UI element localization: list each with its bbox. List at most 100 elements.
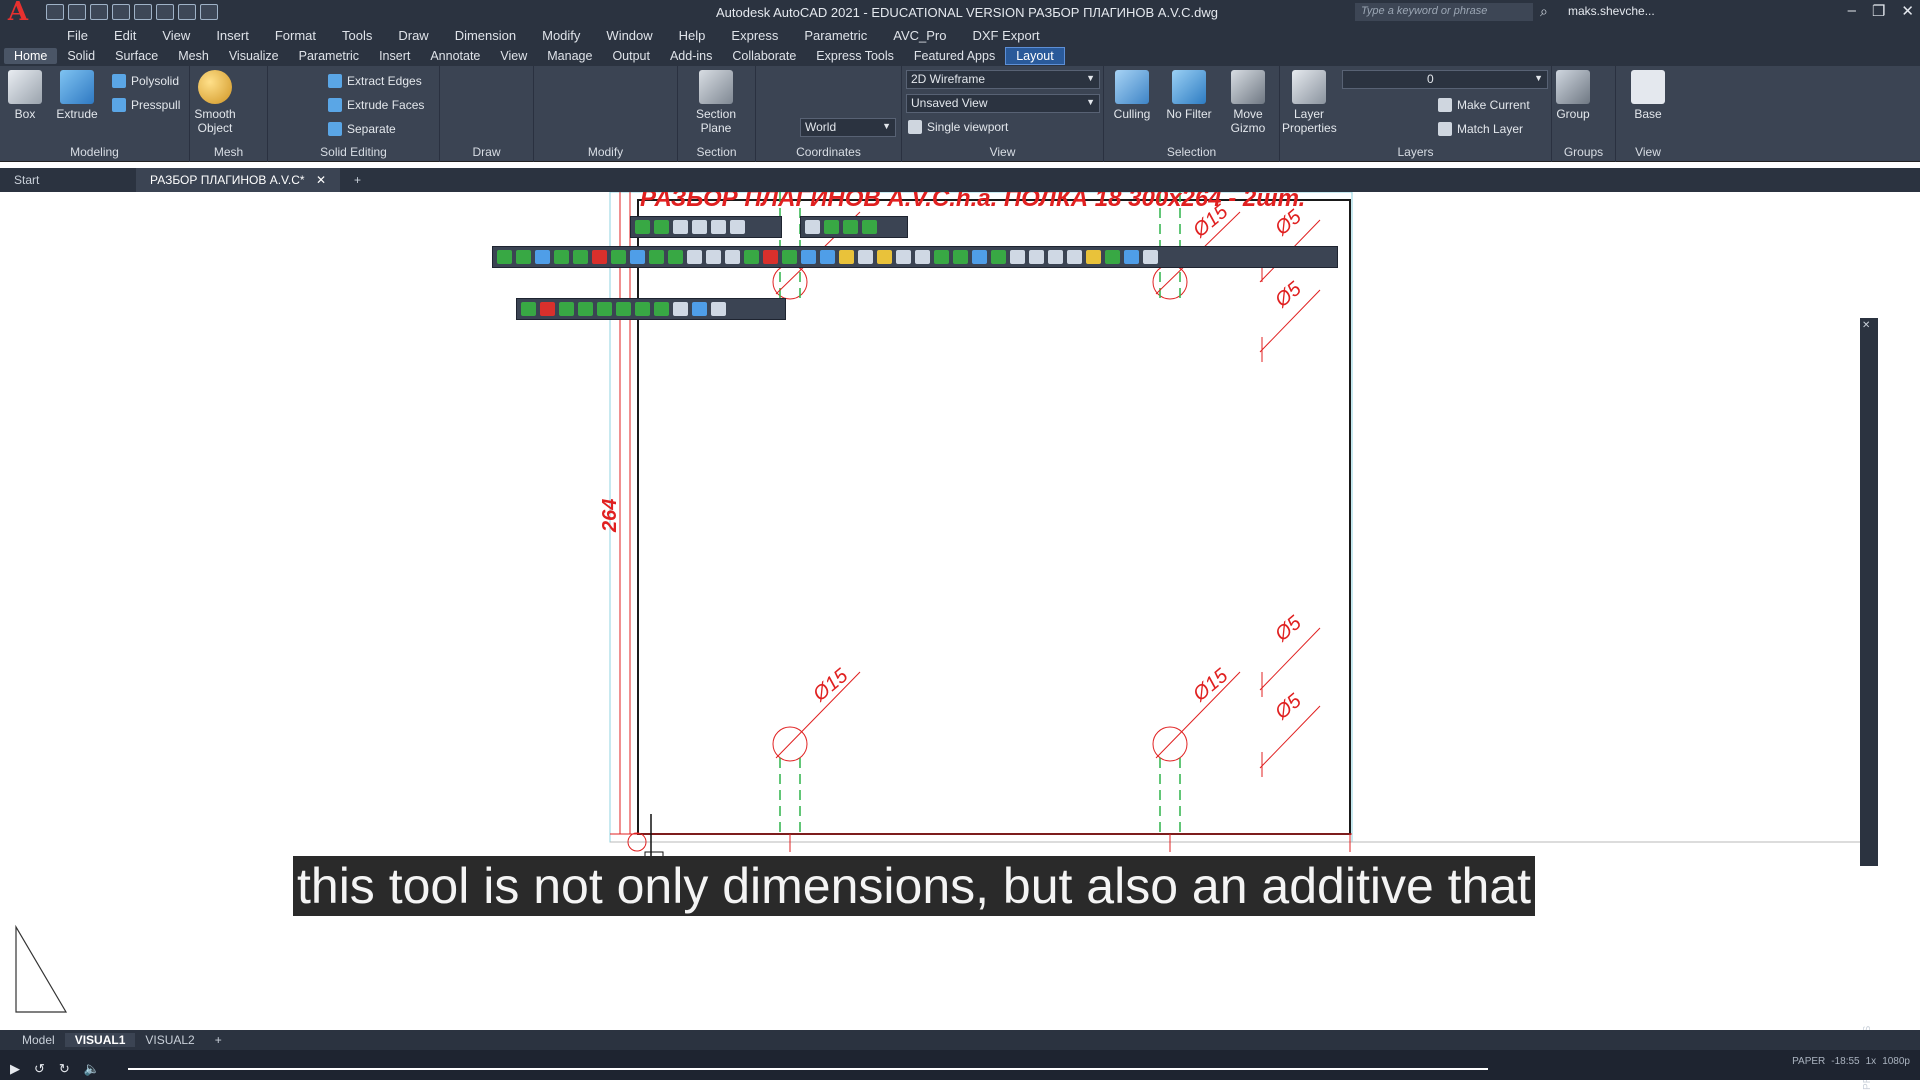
- menu-file[interactable]: File: [54, 28, 101, 43]
- plugin-tool-icon[interactable]: [540, 302, 555, 316]
- tab-home[interactable]: Home: [4, 48, 58, 64]
- plugin-tool-icon[interactable]: [782, 250, 797, 264]
- drawing-canvas[interactable]: РАЗБОР ПЛАГИНОВ A.V.C.h.a. ПОЛКА 18 300x…: [0, 192, 1920, 1030]
- plugin-tool-icon[interactable]: [763, 250, 778, 264]
- match-properties-icon[interactable]: [200, 4, 218, 20]
- plugin-tool-icon[interactable]: [915, 250, 930, 264]
- menu-insert[interactable]: Insert: [203, 28, 262, 43]
- plugin-tool-icon[interactable]: [521, 302, 536, 316]
- volume-icon[interactable]: 🔈: [84, 1061, 100, 1077]
- plugin-tool-icon[interactable]: [1124, 250, 1139, 264]
- tab-manage[interactable]: Manage: [537, 48, 602, 64]
- tab-visual2[interactable]: VISUAL2: [135, 1033, 204, 1047]
- panel-title-coordinates[interactable]: Coordinates: [756, 145, 901, 159]
- plugin-tool-icon[interactable]: [1067, 250, 1082, 264]
- base-view-button[interactable]: Base: [1628, 70, 1668, 121]
- plugin-tool-icon[interactable]: [516, 250, 531, 264]
- plugin-tool-icon[interactable]: [630, 250, 645, 264]
- properties-palette[interactable]: ✕ PROPERTIES: [1860, 318, 1878, 1090]
- search-icon[interactable]: ⌕: [1540, 3, 1548, 20]
- plugin-tool-icon[interactable]: [711, 220, 726, 234]
- section-plane-button[interactable]: Section Plane: [690, 70, 742, 135]
- match-layer-button[interactable]: Match Layer: [1438, 122, 1523, 136]
- new-tab-button[interactable]: +: [340, 168, 375, 192]
- plugin-tool-icon[interactable]: [578, 302, 593, 316]
- no-filter-button[interactable]: No Filter: [1162, 70, 1216, 121]
- plugin-tool-icon[interactable]: [843, 220, 858, 234]
- plugin-tool-icon[interactable]: [673, 220, 688, 234]
- plot-icon[interactable]: [134, 4, 152, 20]
- maximize-button[interactable]: ❐: [1872, 2, 1885, 20]
- group-button[interactable]: Group: [1556, 70, 1590, 121]
- save-icon[interactable]: [90, 4, 108, 20]
- plugin-tool-icon[interactable]: [1048, 250, 1063, 264]
- tab-express-tools[interactable]: Express Tools: [806, 48, 904, 64]
- plugin-tool-icon[interactable]: [711, 302, 726, 316]
- plugin-tool-icon[interactable]: [1143, 250, 1158, 264]
- plugin-tool-icon[interactable]: [1029, 250, 1044, 264]
- tab-mesh[interactable]: Mesh: [168, 48, 219, 64]
- smooth-object-button[interactable]: Smooth Object: [194, 70, 236, 135]
- plugin-tool-icon[interactable]: [692, 220, 707, 234]
- tab-solid[interactable]: Solid: [57, 48, 105, 64]
- rewind-icon[interactable]: ↺: [34, 1061, 45, 1077]
- plugin-tool-icon[interactable]: [592, 250, 607, 264]
- plugin-tool-icon[interactable]: [611, 250, 626, 264]
- tab-model[interactable]: Model: [12, 1033, 65, 1047]
- panel-title-solid-editing[interactable]: Solid Editing: [268, 145, 439, 159]
- panel-title-layers[interactable]: Layers: [1280, 145, 1551, 159]
- box-button[interactable]: Box: [6, 70, 44, 121]
- culling-button[interactable]: Culling: [1108, 70, 1156, 121]
- tab-featured-apps[interactable]: Featured Apps: [904, 48, 1005, 64]
- undo-icon[interactable]: [156, 4, 174, 20]
- playback-speed[interactable]: 1x: [1866, 1056, 1877, 1067]
- menu-modify[interactable]: Modify: [529, 28, 593, 43]
- presspull-button[interactable]: Presspull: [112, 98, 180, 112]
- autocad-logo-icon[interactable]: A: [0, 0, 36, 25]
- named-view-dropdown[interactable]: Unsaved View ▼: [906, 94, 1100, 113]
- plugin-tool-icon[interactable]: [1086, 250, 1101, 264]
- tab-view[interactable]: View: [490, 48, 537, 64]
- plugin-tool-icon[interactable]: [1010, 250, 1025, 264]
- plugin-tool-icon[interactable]: [725, 250, 740, 264]
- plugin-tool-icon[interactable]: [649, 250, 664, 264]
- tab-insert[interactable]: Insert: [369, 48, 420, 64]
- ucs-dropdown[interactable]: World ▼: [800, 118, 896, 137]
- menu-help[interactable]: Help: [666, 28, 719, 43]
- plugin-tool-icon[interactable]: [972, 250, 987, 264]
- plugin-tool-icon[interactable]: [554, 250, 569, 264]
- panel-title-section[interactable]: Section: [678, 145, 755, 159]
- plugin-tool-icon[interactable]: [635, 220, 650, 234]
- plugin-tool-icon[interactable]: [597, 302, 612, 316]
- menu-window[interactable]: Window: [593, 28, 665, 43]
- plugin-tool-icon[interactable]: [654, 302, 669, 316]
- tab-layout[interactable]: Layout: [1005, 47, 1065, 65]
- plugin-tool-icon[interactable]: [805, 220, 820, 234]
- make-current-button[interactable]: Make Current: [1438, 98, 1530, 112]
- plugin-tool-icon[interactable]: [706, 250, 721, 264]
- close-button[interactable]: ✕: [1901, 2, 1914, 20]
- extrude-button[interactable]: Extrude: [54, 70, 100, 121]
- menu-tools[interactable]: Tools: [329, 28, 385, 43]
- menu-view[interactable]: View: [149, 28, 203, 43]
- tab-start[interactable]: Start: [0, 168, 136, 192]
- plugin-tool-icon[interactable]: [654, 220, 669, 234]
- plugin-tool-icon[interactable]: [616, 302, 631, 316]
- tab-annotate[interactable]: Annotate: [420, 48, 490, 64]
- plugin-tool-icon[interactable]: [953, 250, 968, 264]
- panel-title-groups[interactable]: Groups: [1552, 145, 1615, 159]
- plugin-tool-icon[interactable]: [673, 302, 688, 316]
- panel-title-view-base[interactable]: View: [1616, 145, 1680, 159]
- plugin-tool-icon[interactable]: [559, 302, 574, 316]
- tab-surface[interactable]: Surface: [105, 48, 168, 64]
- plugin-tool-icon[interactable]: [635, 302, 650, 316]
- plugin-tool-icon[interactable]: [862, 220, 877, 234]
- plugin-tool-icon[interactable]: [744, 250, 759, 264]
- video-progress-bar[interactable]: [128, 1068, 1488, 1070]
- plugin-tool-icon[interactable]: [824, 220, 839, 234]
- tab-add-ins[interactable]: Add-ins: [660, 48, 722, 64]
- plugin-tool-icon[interactable]: [839, 250, 854, 264]
- separate-button[interactable]: Separate: [328, 122, 396, 136]
- plugin-tool-icon[interactable]: [730, 220, 745, 234]
- add-layout-button[interactable]: +: [205, 1033, 232, 1047]
